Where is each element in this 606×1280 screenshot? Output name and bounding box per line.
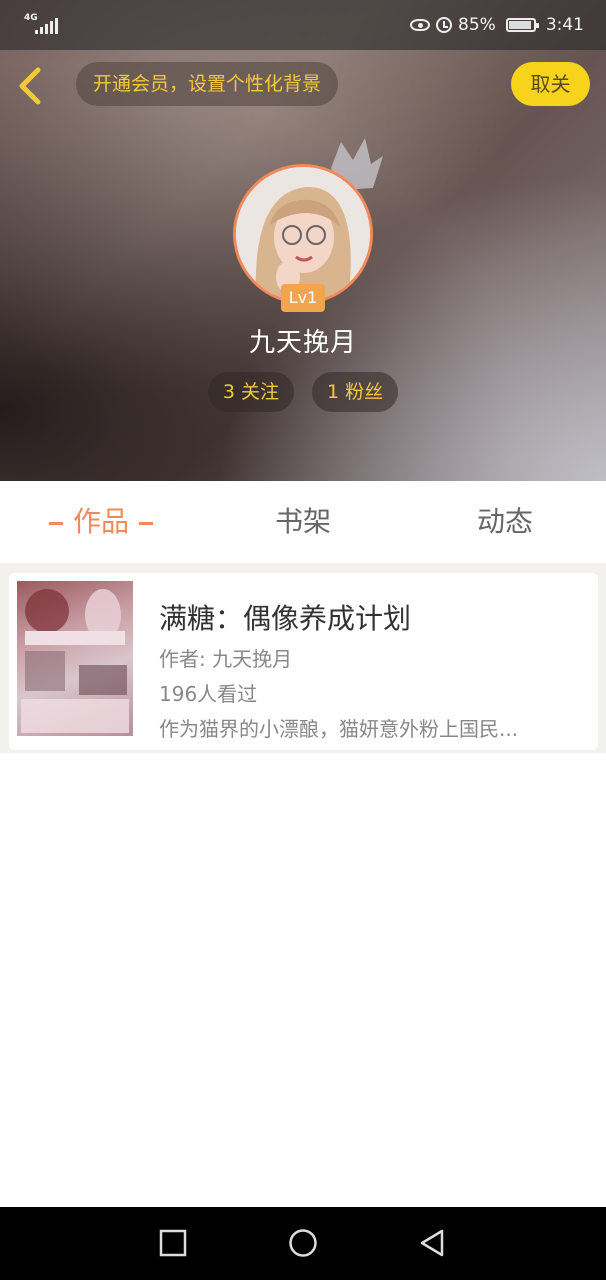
unfollow-button[interactable]: 取关 <box>511 62 590 106</box>
tab-label: 书架 <box>274 505 331 538</box>
avatar-group: Lv1 <box>233 134 393 314</box>
navigation-bar <box>0 1207 606 1280</box>
fans-label: 粉丝 <box>345 381 384 403</box>
avatar-image <box>236 167 370 301</box>
work-card[interactable]: 满糖：偶像养成计划 作者: 九天挽月 196人看过 作为猫界的小漂酿，猫妍意外粉… <box>9 573 598 750</box>
fans-count: 1 <box>327 381 340 403</box>
work-description: 作为猫界的小漂酿，猫妍意外粉上国民... <box>159 717 519 741</box>
tab-label: 作品 <box>72 505 129 538</box>
tab-activity[interactable]: 动态 <box>404 481 606 563</box>
following-count: 3 <box>222 381 235 403</box>
status-bar: 4G 85% 3:41 <box>0 0 606 50</box>
fans-pill[interactable]: 1 粉丝 <box>312 372 399 412</box>
avatar[interactable] <box>233 164 373 304</box>
tab-indicator-left <box>48 521 63 525</box>
back-triangle-icon[interactable] <box>416 1227 448 1259</box>
tab-bookshelf[interactable]: 书架 <box>202 481 404 563</box>
tab-indicator-right <box>139 521 153 525</box>
alarm-icon <box>436 17 453 33</box>
tab-label: 动态 <box>476 505 533 538</box>
back-button[interactable] <box>14 64 54 108</box>
following-pill[interactable]: 3 关注 <box>207 372 294 412</box>
profile-header: 4G 85% 3:41 开通会员，设置个性化背景 取关 Lv1 九天挽月 3 关… <box>0 0 606 481</box>
chevron-left-icon <box>19 67 41 105</box>
username: 九天挽月 <box>248 328 357 358</box>
work-views: 196人看过 <box>159 682 258 706</box>
cover-art <box>21 589 129 733</box>
home-icon[interactable] <box>287 1227 319 1259</box>
vip-background-banner[interactable]: 开通会员，设置个性化背景 <box>76 62 339 106</box>
level-badge: Lv1 <box>281 284 325 312</box>
following-label: 关注 <box>240 381 279 403</box>
battery-icon <box>505 18 539 32</box>
divider <box>0 563 606 573</box>
tab-bar: 作品 书架 动态 <box>0 481 606 563</box>
tab-works[interactable]: 作品 <box>0 481 202 563</box>
eye-icon <box>410 19 431 31</box>
book-cover-image <box>17 581 133 736</box>
work-author: 作者: 九天挽月 <box>159 647 293 671</box>
work-title: 满糖：偶像养成计划 <box>159 602 412 635</box>
recent-apps-icon[interactable] <box>157 1227 189 1259</box>
stats-row: 3 关注 1 粉丝 <box>0 372 606 412</box>
battery-percent: 85% <box>458 15 496 35</box>
signal-icon: 4G <box>24 13 58 36</box>
cover-caption-band <box>25 631 125 645</box>
clock: 3:41 <box>545 15 584 35</box>
